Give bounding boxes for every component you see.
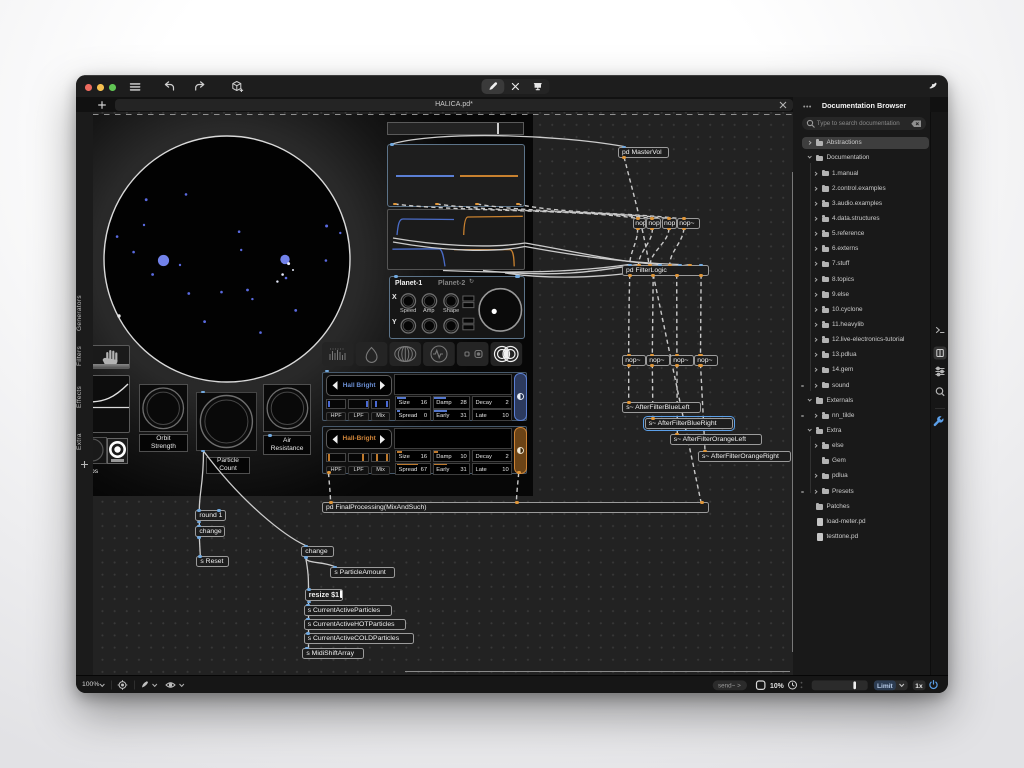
svg-text:1x: 1x xyxy=(915,683,923,690)
svg-text:Limit: Limit xyxy=(877,683,894,690)
svg-text:10%: 10% xyxy=(770,683,784,690)
svg-text:send~ >: send~ > xyxy=(718,683,741,690)
